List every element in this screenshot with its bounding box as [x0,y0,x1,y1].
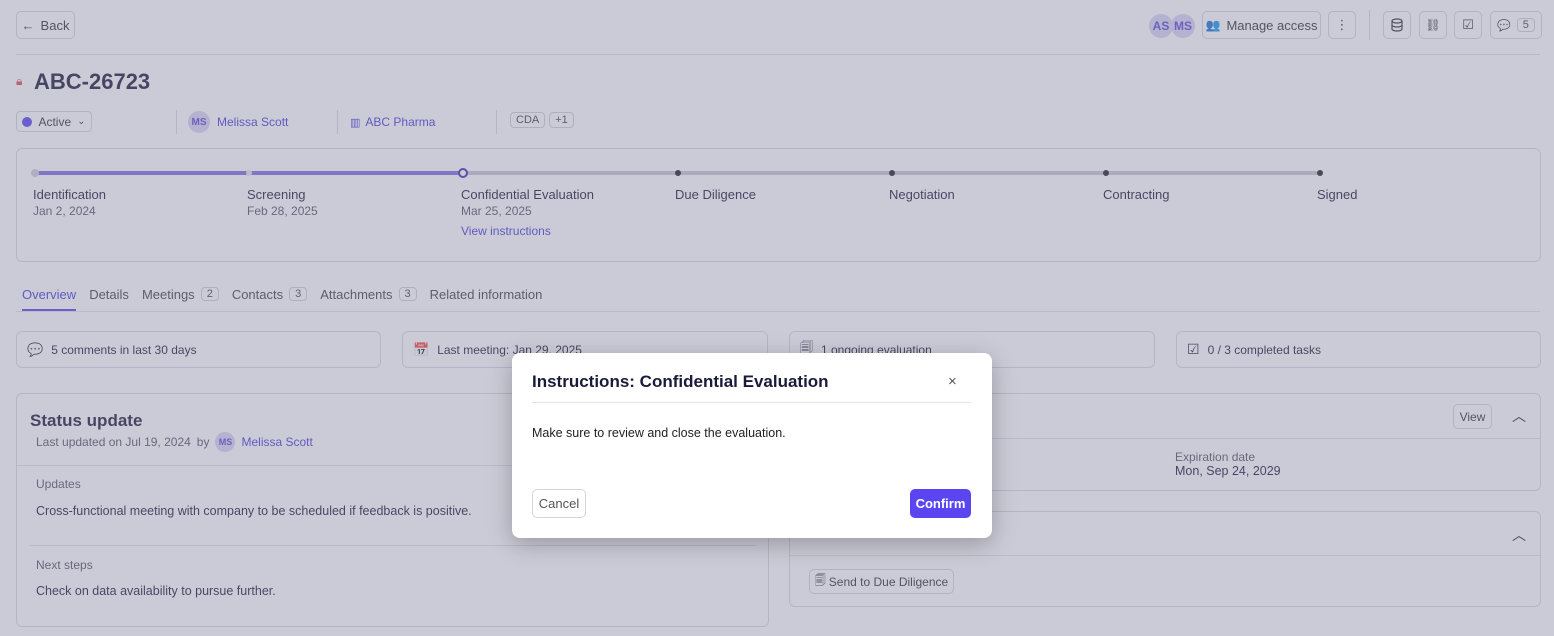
modal-body: Make sure to review and close the evalua… [532,426,786,440]
instructions-modal: Instructions: Confidential Evaluation × … [512,353,992,538]
confirm-label: Confirm [915,496,966,511]
modal-backdrop[interactable] [0,0,1554,636]
cancel-button[interactable]: Cancel [532,489,586,518]
cancel-label: Cancel [538,496,580,511]
confirm-button[interactable]: Confirm [910,489,971,518]
close-icon[interactable]: × [948,373,957,390]
modal-divider [532,402,971,403]
modal-title: Instructions: Confidential Evaluation [532,372,829,391]
